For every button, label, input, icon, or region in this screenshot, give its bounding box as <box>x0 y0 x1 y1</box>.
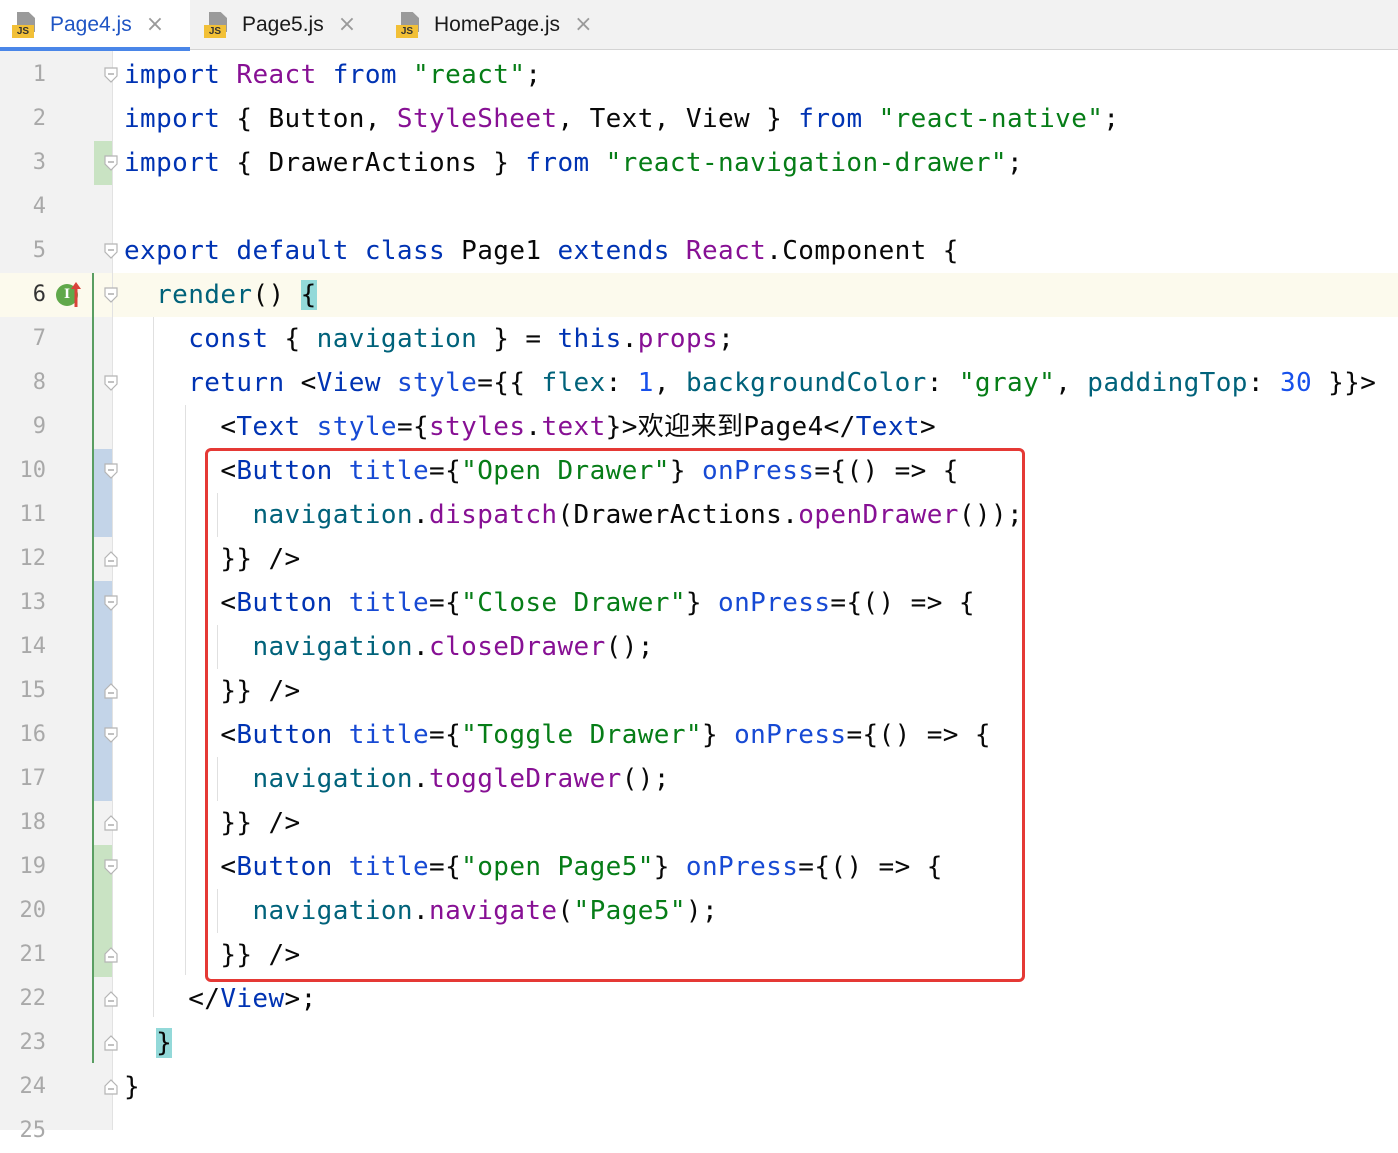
close-icon[interactable]: × <box>574 14 592 36</box>
fold-close-icon[interactable] <box>103 551 119 567</box>
tab-label: Page4.js <box>50 13 132 36</box>
line-number[interactable]: 21 <box>0 933 47 977</box>
line-number[interactable]: 12 <box>0 537 47 581</box>
line-number[interactable]: 11 <box>0 493 47 537</box>
code-line[interactable]: import React from "react"; <box>124 53 541 97</box>
code-line[interactable]: import { DrawerActions } from "react-nav… <box>124 141 1023 185</box>
fold-close-icon[interactable] <box>103 815 119 831</box>
code-line[interactable]: const { navigation } = this.props; <box>124 317 734 361</box>
line-number[interactable]: 16 <box>0 713 47 757</box>
line-number[interactable]: 2 <box>0 97 46 141</box>
fold-open-icon[interactable] <box>103 155 119 171</box>
line-number[interactable]: 25 <box>0 1109 47 1153</box>
line-number[interactable]: 4 <box>0 185 46 229</box>
line-number[interactable]: 24 <box>0 1065 47 1109</box>
js-file-icon: JS <box>12 12 38 38</box>
js-file-icon: JS <box>204 12 230 38</box>
tab-homepage[interactable]: JS HomePage.js × <box>384 0 624 50</box>
gutter-separator <box>112 51 113 1130</box>
fold-open-icon[interactable] <box>103 595 119 611</box>
line-number[interactable]: 10 <box>0 449 47 493</box>
line-number[interactable]: 22 <box>0 977 47 1021</box>
code-line[interactable]: export default class Page1 extends React… <box>124 229 959 273</box>
line-number[interactable]: 5 <box>0 229 46 273</box>
line-number[interactable]: 7 <box>0 317 46 361</box>
fold-open-icon[interactable] <box>103 727 119 743</box>
fold-open-icon[interactable] <box>103 463 119 479</box>
editor-tab-bar: JS Page4.js × JS Page5.js × JS HomePage.… <box>0 0 1398 51</box>
line-number[interactable]: 15 <box>0 669 47 713</box>
code-line[interactable]: <Text style={styles.text}>欢迎来到Page4</Tex… <box>124 405 936 449</box>
line-number[interactable]: 14 <box>0 625 47 669</box>
line-number[interactable]: 20 <box>0 889 47 933</box>
close-icon[interactable]: × <box>338 14 356 36</box>
line-number[interactable]: 13 <box>0 581 47 625</box>
highlight-box <box>205 448 1025 982</box>
code-line[interactable]: </View>; <box>124 977 317 1021</box>
line-number[interactable]: 3 <box>0 141 46 185</box>
close-icon[interactable]: × <box>146 14 164 36</box>
code-line[interactable]: return <View style={{ flex: 1, backgroun… <box>124 361 1376 405</box>
js-file-icon: JS <box>396 12 422 38</box>
line-number[interactable]: 17 <box>0 757 47 801</box>
fold-close-icon[interactable] <box>103 991 119 1007</box>
fold-close-icon[interactable] <box>103 1035 119 1051</box>
fold-open-icon[interactable] <box>103 859 119 875</box>
override-arrow-icon[interactable] <box>70 280 82 308</box>
method-scope-line <box>92 273 94 1063</box>
fold-open-icon[interactable] <box>103 375 119 391</box>
line-number[interactable]: 6 <box>0 273 46 317</box>
line-number[interactable]: 18 <box>0 801 47 845</box>
tab-page5[interactable]: JS Page5.js × <box>192 0 382 50</box>
fold-close-icon[interactable] <box>103 947 119 963</box>
fold-close-icon[interactable] <box>103 683 119 699</box>
line-number[interactable]: 8 <box>0 361 46 405</box>
line-number[interactable]: 9 <box>0 405 46 449</box>
fold-open-icon[interactable] <box>103 243 119 259</box>
code-line[interactable]: } <box>124 1065 140 1109</box>
code-line[interactable]: } <box>124 1021 173 1065</box>
fold-close-icon[interactable] <box>103 1079 119 1095</box>
tab-label: HomePage.js <box>434 13 561 36</box>
code-line[interactable]: import { Button, StyleSheet, Text, View … <box>124 97 1119 141</box>
tab-label: Page5.js <box>242 13 324 36</box>
code-line[interactable]: render() { <box>124 273 317 317</box>
line-number[interactable]: 23 <box>0 1021 47 1065</box>
tab-page4[interactable]: JS Page4.js × <box>0 0 190 51</box>
fold-open-icon[interactable] <box>103 67 119 83</box>
fold-open-icon[interactable] <box>103 287 119 303</box>
line-number[interactable]: 1 <box>0 53 46 97</box>
line-number[interactable]: 19 <box>0 845 47 889</box>
